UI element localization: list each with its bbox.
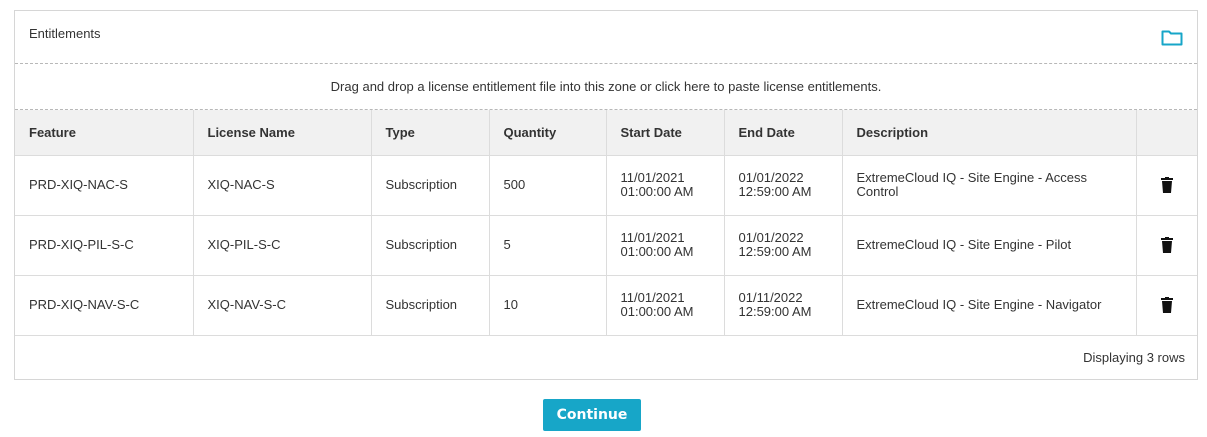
cell-end-date: 01/01/2022 12:59:00 AM — [724, 215, 843, 276]
cell-quantity: 5 — [489, 215, 607, 276]
pager-status: Displaying 3 rows — [1083, 350, 1185, 365]
column-header-feature[interactable]: Feature — [15, 110, 194, 156]
column-header-description[interactable]: Description — [842, 110, 1137, 156]
end-time: 12:59:00 AM — [738, 184, 812, 199]
cell-feature: PRD-XIQ-PIL-S-C — [15, 215, 194, 276]
cell-actions — [1136, 275, 1197, 336]
cell-license-name: XIQ-NAV-S-C — [193, 275, 372, 336]
panel-title: Entitlements — [29, 26, 101, 41]
end-date: 01/01/2022 — [738, 230, 804, 245]
end-date: 01/11/2022 — [738, 290, 803, 305]
start-time: 01:00:00 AM — [620, 304, 694, 319]
end-time: 12:59:00 AM — [738, 304, 812, 319]
cell-start-date: 11/01/2021 01:00:00 AM — [606, 275, 725, 336]
entitlements-table: Feature License Name Type Quantity Start… — [15, 110, 1197, 336]
table-row[interactable]: PRD-XIQ-NAV-S-C XIQ-NAV-S-C Subscription… — [15, 275, 1197, 336]
cell-description: ExtremeCloud IQ - Site Engine - Navigato… — [842, 275, 1137, 336]
license-dropzone[interactable]: Drag and drop a license entitlement file… — [15, 63, 1197, 110]
table-row[interactable]: PRD-XIQ-PIL-S-C XIQ-PIL-S-C Subscription… — [15, 215, 1197, 276]
cell-feature: PRD-XIQ-NAV-S-C — [15, 275, 194, 336]
cell-type: Subscription — [371, 215, 490, 276]
continue-button[interactable]: Continue — [543, 399, 641, 431]
cell-actions — [1136, 155, 1197, 216]
cell-end-date: 01/01/2022 12:59:00 AM — [724, 155, 843, 216]
cell-quantity: 500 — [489, 155, 607, 216]
table-header-row: Feature License Name Type Quantity Start… — [15, 110, 1197, 156]
trash-icon[interactable] — [1160, 297, 1173, 313]
entitlements-panel: Entitlements Drag and drop a license ent… — [14, 10, 1198, 380]
column-header-end-date[interactable]: End Date — [724, 110, 843, 156]
trash-icon[interactable] — [1160, 237, 1173, 253]
cell-start-date: 11/01/2021 01:00:00 AM — [606, 215, 725, 276]
trash-icon[interactable] — [1160, 177, 1173, 193]
column-header-start-date[interactable]: Start Date — [606, 110, 725, 156]
end-date: 01/01/2022 — [738, 170, 804, 185]
cell-description: ExtremeCloud IQ - Site Engine - Access C… — [842, 155, 1137, 216]
column-header-type[interactable]: Type — [371, 110, 490, 156]
cell-license-name: XIQ-NAC-S — [193, 155, 372, 216]
column-header-license-name[interactable]: License Name — [193, 110, 372, 156]
cell-license-name: XIQ-PIL-S-C — [193, 215, 372, 276]
cell-type: Subscription — [371, 155, 490, 216]
cell-end-date: 01/11/2022 12:59:00 AM — [724, 275, 843, 336]
cell-type: Subscription — [371, 275, 490, 336]
cell-start-date: 11/01/2021 01:00:00 AM — [606, 155, 725, 216]
start-date: 11/01/2021 — [620, 170, 685, 185]
cell-description: ExtremeCloud IQ - Site Engine - Pilot — [842, 215, 1137, 276]
cell-actions — [1136, 215, 1197, 276]
end-time: 12:59:00 AM — [738, 244, 812, 259]
start-time: 01:00:00 AM — [620, 184, 694, 199]
folder-icon[interactable] — [1161, 29, 1183, 46]
cell-quantity: 10 — [489, 275, 607, 336]
start-date: 11/01/2021 — [620, 290, 685, 305]
column-header-quantity[interactable]: Quantity — [489, 110, 607, 156]
column-header-actions — [1136, 110, 1197, 156]
cell-feature: PRD-XIQ-NAC-S — [15, 155, 194, 216]
panel-header: Entitlements — [15, 11, 1197, 63]
start-date: 11/01/2021 — [620, 230, 685, 245]
table-row[interactable]: PRD-XIQ-NAC-S XIQ-NAC-S Subscription 500… — [15, 155, 1197, 216]
start-time: 01:00:00 AM — [620, 244, 694, 259]
